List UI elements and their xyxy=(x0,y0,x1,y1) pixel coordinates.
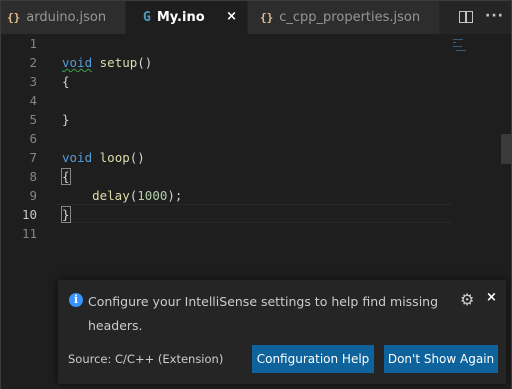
split-editor-icon[interactable] xyxy=(458,9,474,25)
tab-arduino-json[interactable]: {} arduino.json xyxy=(1,1,125,34)
number-literal: 1000 xyxy=(137,188,168,203)
line-number: 4 xyxy=(29,93,37,108)
minimap[interactable] xyxy=(453,37,473,55)
line-number: 7 xyxy=(29,150,37,165)
scrollbar-thumb[interactable] xyxy=(501,134,511,164)
line-number: 8 xyxy=(29,169,37,184)
ino-file-icon: G xyxy=(143,10,151,25)
code-line: delay(1000); xyxy=(62,186,182,205)
code-line: { xyxy=(62,72,70,91)
tab-label: My.ino xyxy=(156,10,205,25)
code-line: { xyxy=(61,167,71,186)
tab-my-ino[interactable]: G My.ino × xyxy=(125,1,247,34)
current-line-highlight xyxy=(57,204,453,223)
line-number: 9 xyxy=(29,188,37,203)
tab-bar: {} arduino.json G My.ino × {} c_cpp_prop… xyxy=(1,1,511,34)
function-name: setup xyxy=(99,55,138,70)
punctuation: ); xyxy=(167,188,183,203)
tab-c-cpp-properties[interactable]: {} c_cpp_properties.json xyxy=(247,1,439,34)
line-number-current: 10 xyxy=(21,207,37,222)
line-number: 5 xyxy=(29,112,37,127)
configuration-help-button[interactable]: Configuration Help xyxy=(252,345,374,373)
matched-close-brace: } xyxy=(61,206,71,223)
line-number: 11 xyxy=(21,226,37,241)
code-line: void loop() xyxy=(62,148,145,167)
line-number: 3 xyxy=(29,74,37,89)
punctuation: () xyxy=(129,150,145,165)
close-icon[interactable]: × xyxy=(486,290,497,305)
gear-icon[interactable]: ⚙ xyxy=(460,290,474,309)
editor-window: {} arduino.json G My.ino × {} c_cpp_prop… xyxy=(0,0,512,389)
keyword: void xyxy=(62,55,93,70)
notification-toast: i Configure your IntelliSense settings t… xyxy=(58,280,506,384)
dont-show-again-button[interactable]: Don't Show Again xyxy=(384,345,498,373)
tab-label: c_cpp_properties.json xyxy=(279,10,421,25)
info-icon: i xyxy=(69,293,83,307)
more-actions-icon[interactable]: ··· xyxy=(485,9,503,25)
notification-source: Source: C/C++ (Extension) xyxy=(68,352,224,366)
line-number: 2 xyxy=(29,55,37,70)
punctuation: () xyxy=(137,55,153,70)
function-name: loop xyxy=(99,150,130,165)
close-tab-icon[interactable]: × xyxy=(226,9,237,24)
close-brace: } xyxy=(62,112,70,127)
json-file-icon: {} xyxy=(260,11,274,24)
code-line: } xyxy=(61,205,71,224)
line-number: 6 xyxy=(29,131,37,146)
matched-open-brace: { xyxy=(61,168,71,185)
code-line: } xyxy=(62,110,70,129)
line-number: 1 xyxy=(29,36,37,51)
open-brace: { xyxy=(62,74,70,89)
keyword: void xyxy=(62,150,93,165)
json-file-icon: {} xyxy=(7,11,21,24)
code-line: void setup() xyxy=(62,53,152,72)
tab-label: arduino.json xyxy=(26,10,107,25)
notification-message: Configure your IntelliSense settings to … xyxy=(88,294,439,333)
function-name: delay xyxy=(92,188,130,203)
